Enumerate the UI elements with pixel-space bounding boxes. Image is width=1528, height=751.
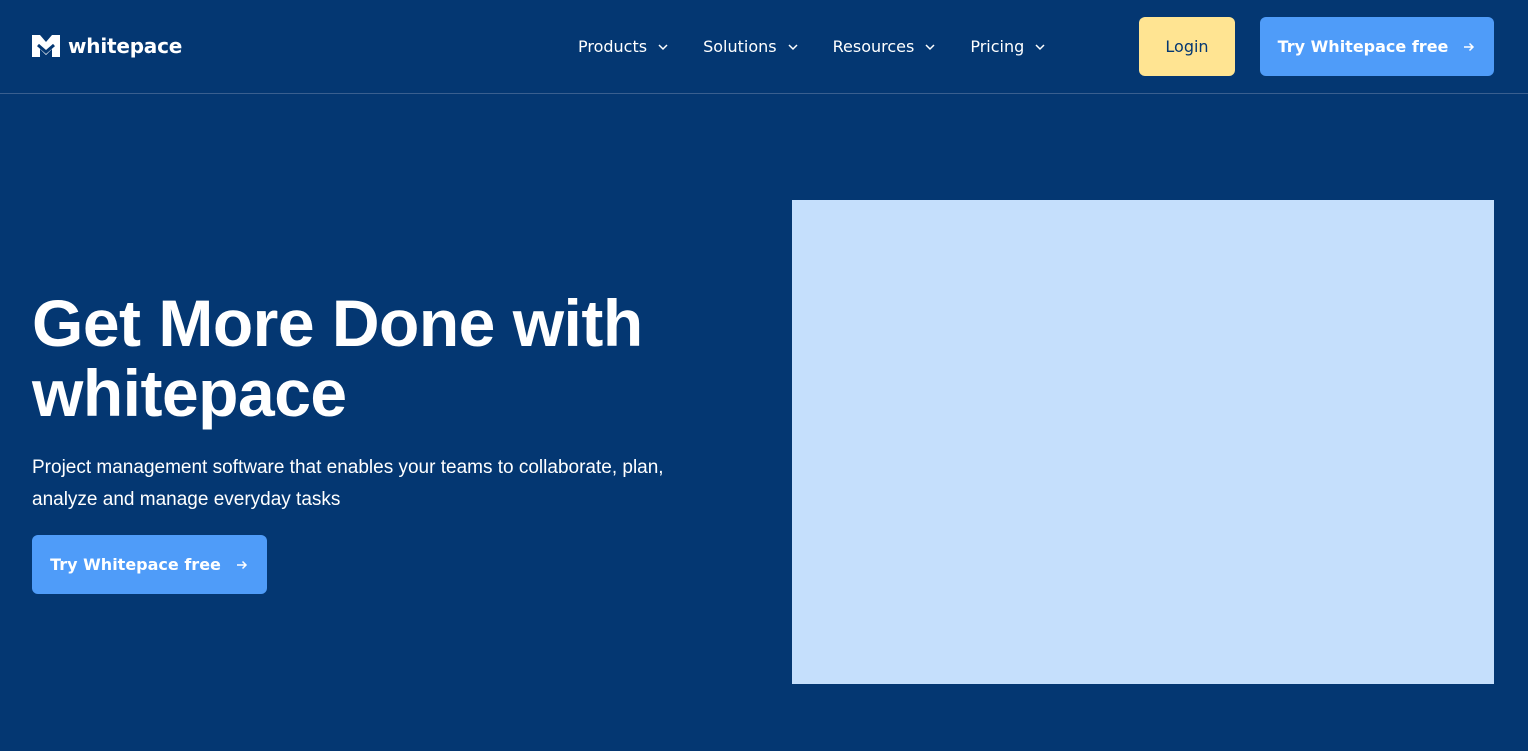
button-label: Try Whitepace free xyxy=(50,555,221,574)
brand-name: whitepace xyxy=(68,34,183,58)
nav-item-label: Products xyxy=(578,37,648,56)
nav-item-label: Resources xyxy=(832,37,915,56)
nav-item-products[interactable]: Products xyxy=(578,34,669,60)
hero-image-placeholder xyxy=(792,200,1494,684)
landing-page: whitepace Products Solutions Resources P… xyxy=(0,0,1528,751)
hero-subtitle-line-2: analyze and manage everyday tasks xyxy=(32,489,341,510)
hero-title-line-1: Get More Done with xyxy=(32,286,643,360)
chevron-down-icon xyxy=(1035,44,1045,51)
chevron-down-icon xyxy=(925,44,935,51)
nav-item-label: Solutions xyxy=(703,37,777,56)
site-header: whitepace Products Solutions Resources P… xyxy=(0,0,1528,94)
hero-try-free-button[interactable]: Try Whitepace free xyxy=(32,535,267,594)
hero-subtitle: Project management software that enables… xyxy=(32,452,732,516)
login-button[interactable]: Login xyxy=(1139,17,1235,76)
hero-subtitle-line-1: Project management software that enables… xyxy=(32,457,664,478)
arrow-right-icon xyxy=(236,560,247,569)
button-label: Try Whitepace free xyxy=(1277,37,1449,56)
arrow-right-icon xyxy=(1464,42,1475,51)
brand-logo-link[interactable]: whitepace xyxy=(32,34,182,58)
hero-title: Get More Done with whitepace xyxy=(32,288,752,428)
nav-item-label: Pricing xyxy=(970,37,1025,56)
whitepace-logo-icon xyxy=(32,35,60,57)
chevron-down-icon xyxy=(658,44,668,51)
header-try-free-button[interactable]: Try Whitepace free xyxy=(1260,17,1494,76)
nav-item-solutions[interactable]: Solutions xyxy=(703,34,799,60)
main-nav: Products Solutions Resources Pricing xyxy=(578,34,1046,60)
hero-title-line-2: whitepace xyxy=(32,356,347,430)
nav-item-pricing[interactable]: Pricing xyxy=(970,34,1046,60)
nav-item-resources[interactable]: Resources xyxy=(833,34,937,60)
chevron-down-icon xyxy=(788,44,798,51)
